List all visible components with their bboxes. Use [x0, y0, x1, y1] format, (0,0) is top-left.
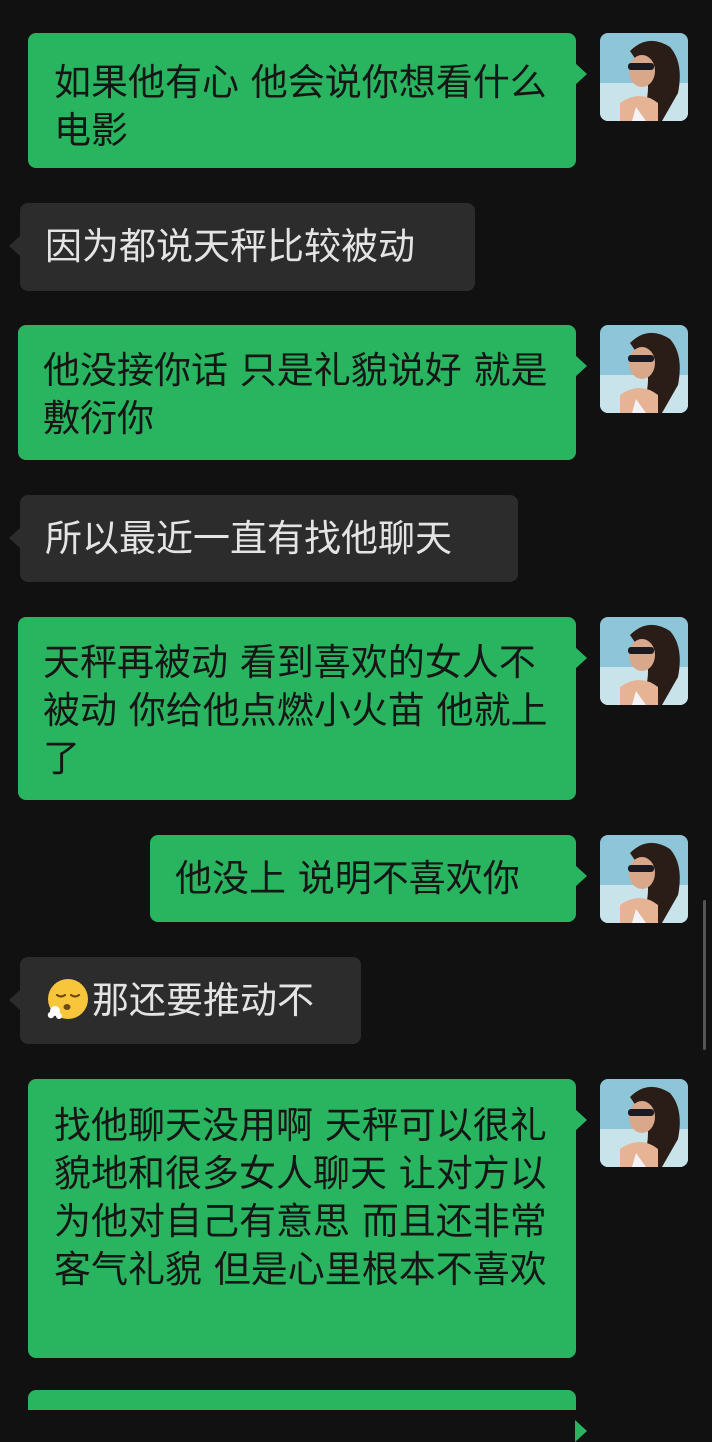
avatar-photo-icon [600, 33, 688, 121]
message-text: 所以最近一直有找他聊天 [45, 517, 452, 560]
message-text: 那还要推动不 [92, 979, 314, 1022]
message-bubble-incoming[interactable]: 那还要推动不 [9, 957, 361, 1044]
user-avatar[interactable] [600, 1079, 688, 1167]
message-bubble-outgoing[interactable]: 他没接你话 只是礼貌说好 就是敷衍你 [18, 325, 587, 460]
sighing-face-emoji-icon [46, 977, 90, 1021]
message-bubble-outgoing[interactable]: 他没上 说明不喜欢你 [150, 835, 587, 922]
user-avatar[interactable] [600, 325, 688, 413]
message-bubble-incoming[interactable]: 所以最近一直有找他聊天 [9, 495, 518, 582]
user-avatar[interactable] [600, 835, 688, 923]
message-bubble-incoming[interactable]: 因为都说天秤比较被动 [9, 203, 475, 291]
user-avatar[interactable] [600, 33, 688, 121]
message-text: 他没上 说明不喜欢你 [175, 857, 520, 900]
avatar-photo-icon [600, 1079, 688, 1167]
message-text: 因为都说天秤比较被动 [45, 225, 415, 268]
message-text: 如果他有心 他会说你想看什么电影 [54, 61, 547, 152]
scrollbar[interactable] [703, 900, 706, 1050]
avatar-photo-icon [600, 325, 688, 413]
message-bubble-outgoing[interactable]: 如果他有心 他会说你想看什么电影 [28, 33, 587, 168]
message-bubble-outgoing[interactable]: 天秤再被动 看到喜欢的女人不被动 你给他点燃小火苗 他就上了 [18, 617, 587, 800]
user-avatar[interactable] [600, 617, 688, 705]
message-bubble-outgoing[interactable]: 找他聊天没用啊 天秤可以很礼貌地和很多女人聊天 让对方以为他对自己有意思 而且还… [28, 1079, 587, 1358]
message-bubble-outgoing-partial [28, 1390, 587, 1442]
avatar-photo-icon [600, 617, 688, 705]
avatar-photo-icon [600, 835, 688, 923]
message-text: 天秤再被动 看到喜欢的女人不被动 你给他点燃小火苗 他就上了 [43, 641, 548, 780]
message-text: 他没接你话 只是礼貌说好 就是敷衍你 [43, 349, 548, 440]
message-text: 找他聊天没用啊 天秤可以很礼貌地和很多女人聊天 让对方以为他对自己有意思 而且还… [54, 1104, 547, 1291]
